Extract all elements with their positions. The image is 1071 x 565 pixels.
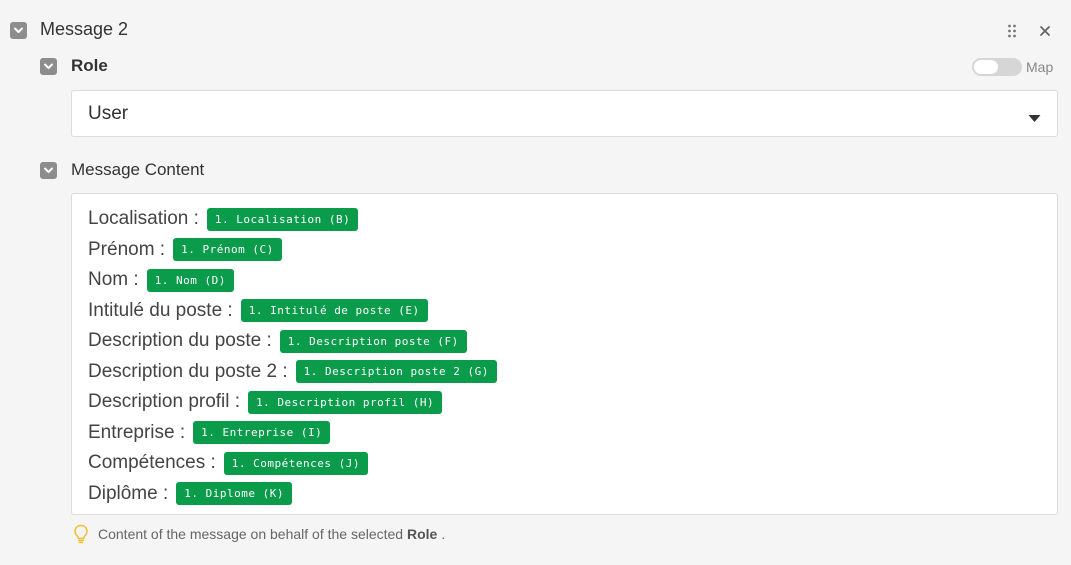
variable-pill[interactable]: 1. Nom (D) bbox=[146, 268, 234, 292]
role-select-value: User bbox=[88, 102, 129, 124]
map-switch-knob bbox=[974, 60, 998, 74]
content-line-label: Description du poste 2 : bbox=[88, 360, 288, 382]
content-line: Localisation : 1. Localisation (B) bbox=[88, 204, 1057, 235]
hint-text: Content of the message on behalf of the … bbox=[98, 526, 404, 542]
message-content-collapse-toggle[interactable] bbox=[40, 162, 57, 179]
content-line-label: Intitulé du poste : bbox=[88, 299, 233, 321]
variable-pill[interactable]: 1. Compétences (J) bbox=[223, 451, 369, 475]
role-select[interactable]: User bbox=[71, 90, 1058, 137]
chevron-down-icon bbox=[44, 167, 53, 173]
content-line-label: Prénom : bbox=[88, 238, 166, 260]
close-icon[interactable] bbox=[1036, 22, 1054, 40]
variable-pill[interactable]: 1. Prénom (C) bbox=[173, 238, 282, 262]
drag-handle-icon[interactable] bbox=[1004, 22, 1020, 40]
hint-bold: Role bbox=[407, 526, 438, 542]
caret-down-icon bbox=[1028, 110, 1041, 128]
role-label: Role bbox=[71, 56, 108, 75]
content-line: Nom : 1. Nom (D) bbox=[88, 265, 1057, 296]
content-line-label: Compétences : bbox=[88, 452, 216, 474]
variable-pill[interactable]: 1. Description poste 2 (G) bbox=[295, 360, 497, 384]
content-line: Compétences : 1. Compétences (J) bbox=[88, 448, 1057, 479]
variable-pill[interactable]: 1. Entreprise (I) bbox=[193, 421, 331, 445]
content-line-label: Entreprise : bbox=[88, 421, 186, 443]
content-line: Description du poste : 1. Description po… bbox=[88, 326, 1057, 357]
content-line-label: Localisation : bbox=[88, 208, 199, 230]
content-line: Entreprise : 1. Entreprise (I) bbox=[88, 418, 1057, 449]
content-line: Intitulé du poste : 1. Intitulé de poste… bbox=[88, 296, 1057, 327]
message-content-label: Message Content bbox=[71, 160, 205, 179]
message-title: Message 2 bbox=[40, 19, 129, 39]
content-line-label: Description profil : bbox=[88, 391, 241, 413]
map-switch[interactable] bbox=[972, 58, 1022, 76]
role-collapse-toggle[interactable] bbox=[40, 58, 57, 75]
variable-pill[interactable]: 1. Diplome (K) bbox=[176, 482, 292, 506]
message-collapse-toggle[interactable] bbox=[10, 22, 27, 39]
content-line: Diplôme : 1. Diplome (K) bbox=[88, 479, 1057, 510]
variable-pill[interactable]: 1. Description poste (F) bbox=[279, 329, 467, 353]
chevron-down-icon bbox=[14, 27, 23, 33]
message-content-editor[interactable]: Localisation : 1. Localisation (B) Préno… bbox=[71, 193, 1058, 515]
content-line: Description profil : 1. Description prof… bbox=[88, 387, 1057, 418]
content-line-label: Diplôme : bbox=[88, 482, 169, 504]
variable-pill[interactable]: 1. Intitulé de poste (E) bbox=[240, 299, 428, 323]
content-line-label: Nom : bbox=[88, 269, 139, 291]
chevron-down-icon bbox=[44, 63, 53, 69]
map-toggle[interactable]: Map bbox=[972, 58, 1053, 76]
field-hint: Content of the message on behalf of the … bbox=[73, 524, 445, 544]
content-line: Description du poste 2 : 1. Description … bbox=[88, 357, 1057, 388]
variable-pill[interactable]: 1. Localisation (B) bbox=[206, 207, 359, 231]
hint-suffix: . bbox=[441, 526, 446, 542]
content-line: Prénom : 1. Prénom (C) bbox=[88, 235, 1057, 266]
map-label: Map bbox=[1026, 59, 1054, 75]
lightbulb-icon bbox=[73, 524, 89, 544]
content-line-label: Description du poste : bbox=[88, 330, 272, 352]
variable-pill[interactable]: 1. Description profil (H) bbox=[248, 390, 443, 414]
